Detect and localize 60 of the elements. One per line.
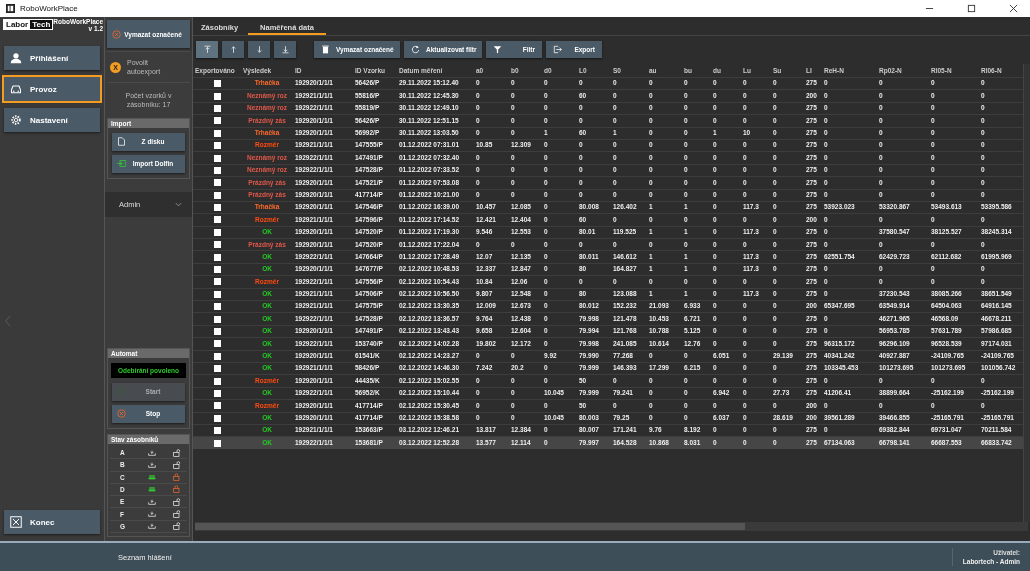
export-checkbox[interactable] [213,402,221,410]
export-icon [553,45,562,54]
arrow-top-icon [202,45,212,54]
export-checkbox[interactable] [213,191,221,199]
user-icon [10,52,22,64]
maximize-icon[interactable] [967,4,976,13]
exit-button[interactable]: Konec [4,510,100,534]
horizontal-scrollbar[interactable] [195,522,1028,531]
settings-icon [10,114,22,126]
export-checkbox[interactable] [213,92,221,100]
export-checkbox[interactable] [213,228,221,236]
export-checkbox[interactable] [213,427,221,435]
move-button[interactable] [222,41,244,58]
export-checkbox[interactable] [213,278,221,286]
refresh-icon [411,45,420,54]
import-icon [117,159,126,169]
export-checkbox[interactable] [213,352,221,360]
window-title: RoboWorkPlace [20,4,78,13]
export-checkbox[interactable] [213,80,221,88]
logo: Labor Tech [3,19,54,30]
export-checkbox[interactable] [213,365,221,373]
export-checkbox[interactable] [213,241,221,249]
file-icon [117,137,126,147]
export-checkbox[interactable] [213,290,221,298]
move-button[interactable] [196,41,218,58]
export-checkbox[interactable] [213,216,221,224]
export-checkbox[interactable] [213,117,221,125]
close-icon[interactable] [1009,4,1018,13]
export-checkbox[interactable] [213,303,221,311]
vertical-scrollbar[interactable] [1023,64,1030,522]
export-checkbox[interactable] [213,439,221,447]
nav-button[interactable]: Provoz [4,77,100,101]
export-checkbox[interactable] [213,104,221,112]
export-checkbox[interactable] [213,142,221,150]
export-checkbox[interactable] [213,154,221,162]
export-checkbox[interactable] [213,179,221,187]
export-checkbox[interactable] [213,315,221,323]
arrow-bottom-icon [280,45,290,54]
caret-icon [175,201,182,207]
move-button[interactable] [274,41,296,58]
cancel-icon [117,409,126,419]
app-icon [6,4,15,13]
export-checkbox[interactable] [213,340,221,348]
trash-icon [321,45,330,54]
export-checkbox[interactable] [213,414,221,422]
export-checkbox[interactable] [213,266,221,274]
export-checkbox[interactable] [213,377,221,385]
move-button[interactable] [248,41,270,58]
nav-button[interactable]: Nastavení [4,108,100,132]
export-checkbox[interactable] [213,204,221,212]
close-box-icon [10,516,22,528]
export-checkbox[interactable] [213,389,221,397]
export-checkbox[interactable] [213,166,221,174]
filter-icon [493,45,502,54]
export-checkbox[interactable] [213,328,221,335]
car-icon [10,83,22,95]
export-checkbox[interactable] [213,129,221,137]
export-checkbox[interactable] [213,253,221,261]
cancel-icon [112,29,121,39]
nav-button[interactable]: Přihlášení [4,46,100,70]
